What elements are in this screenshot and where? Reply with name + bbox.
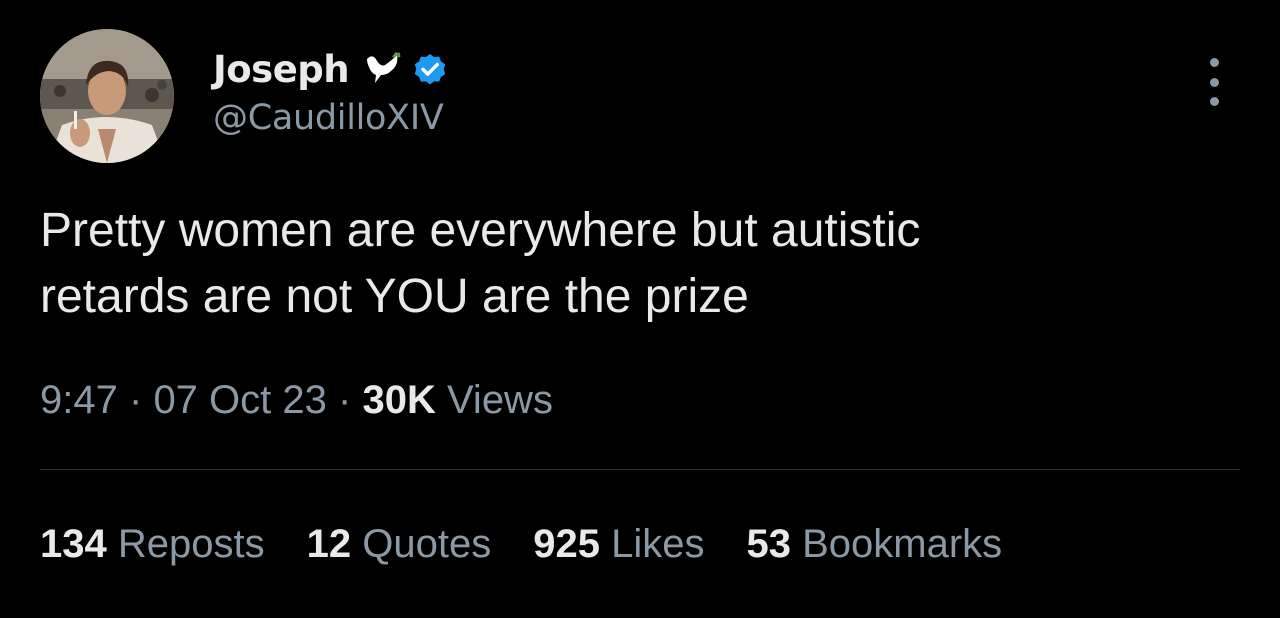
tweet-meta: 9:47 · 07 Oct 23 · 30K Views — [40, 378, 553, 423]
views-count: 30K — [362, 378, 436, 422]
bookmarks-label: Bookmarks — [802, 522, 1003, 566]
likes-stat[interactable]: 925 Likes — [533, 522, 704, 567]
bookmarks-stat[interactable]: 53 Bookmarks — [746, 522, 1002, 567]
likes-count: 925 — [533, 522, 600, 566]
tweet-date[interactable]: 07 Oct 23 — [153, 378, 326, 422]
tweet-detail: Joseph @CaudilloXIV Pretty women are eve… — [0, 0, 1280, 618]
bookmarks-count: 53 — [746, 522, 791, 566]
avatar-photo — [40, 29, 174, 163]
more-dot-icon — [1209, 77, 1219, 87]
quotes-label: Quotes — [362, 522, 492, 566]
meta-separator: · — [128, 378, 143, 422]
views-label: Views — [446, 378, 553, 422]
avatar[interactable] — [40, 29, 174, 163]
author-handle[interactable]: @CaudilloXIV — [213, 98, 444, 138]
tweet-time[interactable]: 9:47 — [40, 378, 118, 422]
meta-separator: · — [338, 378, 352, 422]
engagement-stats: 134 Reposts 12 Quotes 925 Likes 53 Bookm… — [40, 522, 1044, 567]
reposts-label: Reposts — [117, 522, 265, 566]
verified-icon — [411, 50, 449, 88]
quotes-count: 12 — [306, 522, 352, 566]
tweet-text: Pretty women are everywhere but autistic… — [40, 198, 1190, 330]
reposts-stat[interactable]: 134 Reposts — [40, 522, 265, 567]
reposts-count: 134 — [40, 522, 107, 566]
quotes-stat[interactable]: 12 Quotes — [307, 522, 492, 567]
tweet-text-line-2: retards are not YOU are the prize — [40, 270, 749, 323]
likes-label: Likes — [611, 522, 705, 566]
author-name-row[interactable]: Joseph — [213, 44, 449, 94]
author-display-name[interactable]: Joseph — [213, 48, 350, 91]
dove-icon — [363, 49, 403, 89]
tweet-text-line-1: Pretty women are everywhere but autistic — [40, 204, 921, 257]
more-dot-icon — [1209, 58, 1219, 67]
more-dot-icon — [1209, 97, 1219, 106]
divider — [40, 469, 1240, 470]
more-options-button[interactable] — [1196, 58, 1232, 106]
